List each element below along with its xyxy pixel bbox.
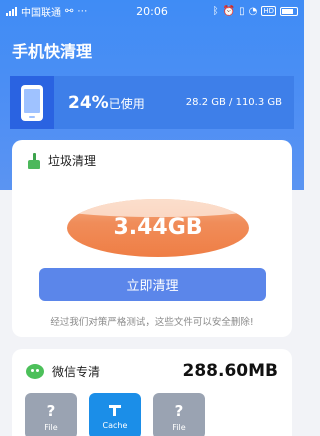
phone-icon bbox=[21, 84, 43, 121]
battery-icon bbox=[280, 6, 298, 16]
wechat-title: 微信专清 bbox=[52, 365, 101, 379]
status-bar: 中国联通 ⚯ ⋯ 20:06 ᛒ ⏰ ▯ ◔ HD bbox=[0, 0, 304, 22]
wechat-icon bbox=[26, 364, 44, 379]
wechat-size: 288.60MB bbox=[182, 361, 278, 381]
storage-bar[interactable]: 24% 已使用 28.2 GB / 110.3 GB bbox=[10, 76, 294, 129]
junk-title: 垃圾清理 bbox=[48, 154, 97, 168]
storage-capacity: 28.2 GB / 110.3 GB bbox=[185, 97, 282, 108]
storage-percent: 24% bbox=[68, 92, 109, 113]
file-tile[interactable]: ? File bbox=[25, 393, 77, 436]
tile-label: File bbox=[44, 423, 58, 432]
clean-now-button[interactable]: 立即清理 bbox=[39, 268, 266, 301]
junk-clean-card: 垃圾清理 3.44GB 立即清理 经过我们对策严格测试，这些文件可以安全删除! bbox=[12, 140, 292, 337]
storage-used-label: 已使用 bbox=[108, 96, 145, 111]
status-time: 20:06 bbox=[136, 4, 168, 18]
tile-label: Cache bbox=[102, 421, 128, 430]
junk-size: 3.44GB bbox=[113, 215, 203, 240]
tile-label: File bbox=[172, 423, 186, 432]
file-tile[interactable]: ? File bbox=[153, 393, 205, 436]
broom-icon bbox=[108, 403, 122, 417]
cache-tile[interactable]: Cache bbox=[89, 393, 141, 436]
junk-size-bubble: 3.44GB bbox=[67, 199, 249, 257]
unknown-file-icon: ? bbox=[46, 402, 56, 420]
app-title: 手机快清理 bbox=[12, 42, 93, 61]
safety-hint: 经过我们对策严格测试，这些文件可以安全删除! bbox=[50, 317, 254, 328]
unknown-file-icon: ? bbox=[174, 402, 184, 420]
storage-icon-box bbox=[10, 76, 54, 129]
broom-icon bbox=[28, 152, 40, 169]
wechat-clean-card[interactable]: 微信专清 288.60MB ? File Cache ? File bbox=[12, 349, 292, 436]
